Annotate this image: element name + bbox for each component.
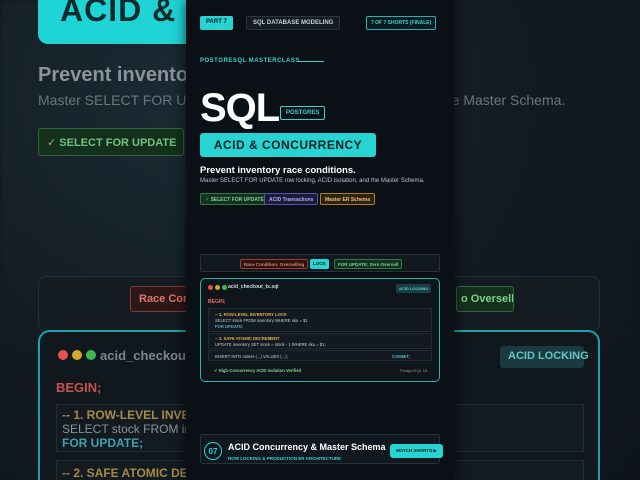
bg-filename: acid_checkout_ xyxy=(100,348,198,363)
watch-shorts-button[interactable]: WATCH SHORTS ▶ xyxy=(390,444,443,458)
engine-badge: POSTGRES xyxy=(280,106,326,120)
pill-select-for-update: ✓ SELECT FOR UPDATE xyxy=(200,193,269,205)
part-chip: PART 7 xyxy=(200,16,233,30)
kicker-label: POSTGRESQL MASTERCLASS xyxy=(200,58,300,64)
code-begin: BEGIN; xyxy=(208,299,226,305)
close-dot-icon xyxy=(208,285,213,290)
verified-status: ✔ High-Concurrency ACID Isolation Verifi… xyxy=(214,368,302,373)
bg-oversell-chip: o Oversell xyxy=(456,286,514,312)
code-for-update-line: FOR UPDATE; xyxy=(215,324,244,329)
bg-block1-line2: FOR UPDATE; xyxy=(62,436,144,450)
bg-chip: ✓ SELECT FOR UPDATE xyxy=(38,128,184,156)
acid-locking-badge: ACID LOCKING xyxy=(396,284,432,293)
code-commit: COMMIT; xyxy=(392,354,410,359)
code-update-line: UPDATE inventory SET stock = stock - 1 W… xyxy=(215,342,326,347)
headline: Prevent inventory race conditions. xyxy=(200,165,356,176)
bg-begin: BEGIN; xyxy=(56,380,102,395)
episode-subtitle: ROW LOCKING & PRODUCTION ER ARCHITECTURE xyxy=(228,456,342,461)
bg-headline: Prevent invento xyxy=(38,64,189,86)
lock-chip: LOCK xyxy=(310,259,329,269)
engine-version: PostgreSQL 16 xyxy=(400,368,428,373)
bg-subheadline: Master SELECT FOR U xyxy=(38,92,187,108)
code-comment-lock: -- 1. ROW-LEVEL INVENTORY LOCK xyxy=(215,312,287,317)
description: Master SELECT FOR UPDATE row locking, AC… xyxy=(200,178,425,184)
bg-subheadline-right: the Master Schema. xyxy=(440,92,566,108)
maximize-dot-icon xyxy=(222,285,227,290)
hero-title: SQL xyxy=(200,86,280,130)
count-chip: 7 OF 7 SHORTS (FINALE) xyxy=(366,16,437,30)
pill-acid-transactions: ACID Transactions xyxy=(264,193,319,205)
subtitle-box: ACID & CONCURRENCY xyxy=(200,133,376,157)
short-frame: PART 7 SQL DATABASE MODELING 7 OF 7 SHOR… xyxy=(186,0,454,480)
kicker-divider xyxy=(298,61,324,62)
code-block-decrement: -- 2. SAFE ATOMIC DECREMENT UPDATE inven… xyxy=(208,333,432,349)
bg-race-chip: Race Con xyxy=(130,286,188,312)
bg-close-dot-icon xyxy=(58,350,68,360)
code-block-lock: -- 1. ROW-LEVEL INVENTORY LOCK SELECT st… xyxy=(208,308,432,332)
minimize-dot-icon xyxy=(215,285,220,290)
episode-title: ACID Concurrency & Master Schema xyxy=(228,442,386,452)
bg-minimize-dot-icon xyxy=(72,350,82,360)
code-comment-decrement: -- 2. SAFE ATOMIC DECREMENT xyxy=(215,336,280,341)
race-problem-chip: Race Condition: Overselling xyxy=(240,259,309,269)
bg-acid-badge: ACID LOCKING xyxy=(500,346,589,368)
video-stage: ACID & C Prevent invento Master SELECT F… xyxy=(0,0,640,480)
bg-maximize-dot-icon xyxy=(86,350,96,360)
pill-master-schema: Master ER Schema xyxy=(320,193,376,205)
series-chip: SQL DATABASE MODELING xyxy=(246,16,341,30)
code-filename: acid_checkout_tx.sql xyxy=(228,284,279,290)
code-insert-line: INSERT INTO orders (...) VALUES (...); xyxy=(215,354,288,359)
code-select-line: SELECT stock FROM inventory WHERE sku = … xyxy=(215,318,308,323)
episode-number: 07 xyxy=(204,442,222,460)
race-solution-chip: FOR UPDATE: Zero Oversell xyxy=(334,259,403,269)
